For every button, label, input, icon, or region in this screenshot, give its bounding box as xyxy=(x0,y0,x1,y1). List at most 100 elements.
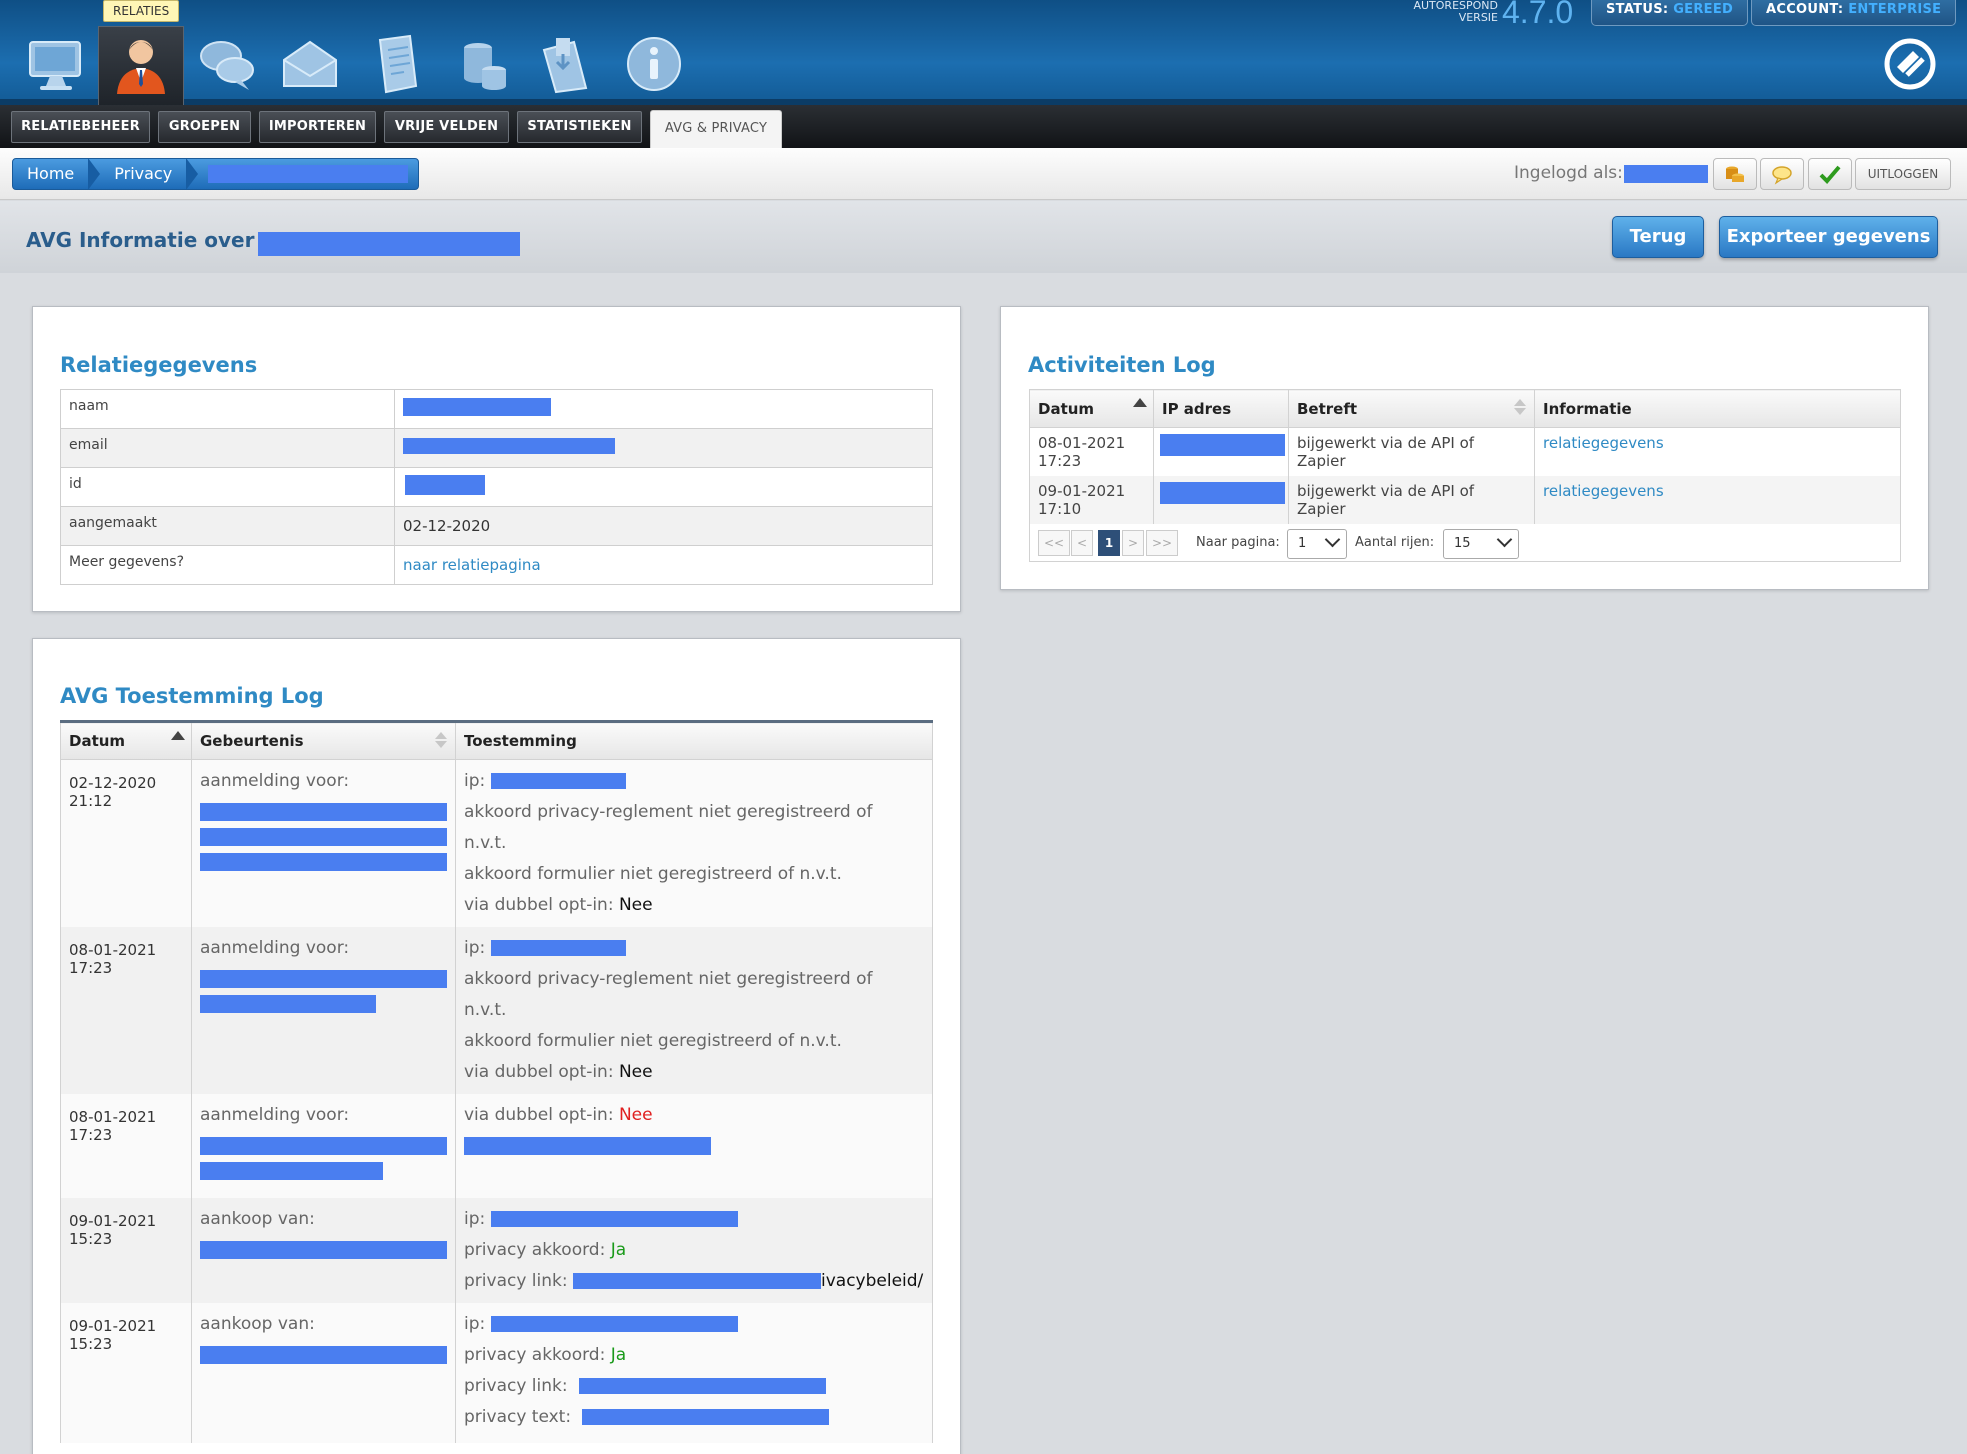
relatiegegevens-link[interactable]: relatiegegevens xyxy=(1543,434,1664,452)
relatiegegevens-link[interactable]: relatiegegevens xyxy=(1543,482,1664,500)
field-value-naam xyxy=(394,389,933,429)
consent-event: aanmelding voor: xyxy=(191,759,456,927)
pager-last-button[interactable]: >> xyxy=(1146,530,1178,556)
chevron-down-icon xyxy=(1496,531,1513,548)
envelope-icon[interactable] xyxy=(274,28,346,100)
table-row: naam xyxy=(60,389,933,429)
consent-table: Datum Gebeurtenis Toestemming 02-12-2020… xyxy=(60,720,933,1443)
consent-detail: ip: akkoord privacy-reglement niet gereg… xyxy=(455,759,933,927)
activity-title: Activiteiten Log xyxy=(1028,353,1216,377)
relatiepagina-link[interactable]: naar relatiepagina xyxy=(403,556,541,574)
breadcrumb: Home Privacy xyxy=(12,158,419,190)
consent-event: aankoop van: xyxy=(191,1198,456,1303)
activity-ip-redacted xyxy=(1153,427,1289,476)
checkmark-icon xyxy=(1819,165,1841,184)
coins-stack-icon[interactable] xyxy=(446,28,518,100)
breadcrumb-home[interactable]: Home xyxy=(13,159,88,189)
breadcrumb-privacy[interactable]: Privacy xyxy=(100,159,186,189)
pager-next-button[interactable]: > xyxy=(1122,530,1144,556)
consent-title: AVG Toestemming Log xyxy=(60,684,324,708)
activity-betreft: bijgewerkt via de API of Zapier xyxy=(1288,427,1535,476)
rows-per-page-label: Aantal rijen: xyxy=(1355,535,1435,550)
consent-detail: ip: privacy akkoord: Ja privacy link: pr… xyxy=(455,1303,933,1443)
activity-info: relatiegegevens xyxy=(1534,476,1901,524)
relaties-tooltip: RELATIES xyxy=(103,0,180,22)
consent-detail: via dubbel opt-in: Nee xyxy=(455,1094,933,1198)
version-number: 4.7.0 xyxy=(1502,0,1574,30)
column-header-gebeurtenis[interactable]: Gebeurtenis xyxy=(191,721,456,760)
activity-info: relatiegegevens xyxy=(1534,427,1901,476)
column-header-toestemming[interactable]: Toestemming xyxy=(455,721,933,760)
table-row: aangemaakt 02-12-2020 xyxy=(60,506,933,546)
tab-statistieken[interactable]: STATISTIEKEN xyxy=(517,111,642,143)
table-row: 09-01-2021 17:10 bijgewerkt via de API of… xyxy=(1029,476,1901,524)
speech-bubble-icon xyxy=(1772,166,1792,185)
tab-avg-privacy[interactable]: AVG & PRIVACY xyxy=(650,110,782,148)
chat-bubbles-icon[interactable] xyxy=(191,28,263,100)
back-button[interactable]: Terug xyxy=(1612,216,1704,258)
version-label: AUTORESPOND VERSIE xyxy=(1413,0,1498,24)
table-row: 02-12-2020 21:12 aanmelding voor: ip: akk… xyxy=(60,759,933,927)
column-header-betreft[interactable]: Betreft xyxy=(1288,389,1535,428)
page-title: AVG Informatie over a xyxy=(26,228,275,252)
account-badge: ACCOUNT: ENTERPRISE xyxy=(1751,0,1957,26)
field-label: aangemaakt xyxy=(60,506,395,546)
breadcrumb-current-redacted xyxy=(208,165,409,183)
autorespond-logo-icon[interactable] xyxy=(1883,37,1937,91)
pager-current-page[interactable]: 1 xyxy=(1098,530,1120,556)
info-icon[interactable] xyxy=(618,28,690,100)
coins-icon xyxy=(1726,166,1744,182)
goto-page-label: Naar pagina: xyxy=(1196,535,1280,550)
field-value-email xyxy=(394,428,933,468)
consent-event: aanmelding voor: xyxy=(191,1094,456,1198)
table-header-row: Datum IP adres Betreft Informatie xyxy=(1029,389,1901,428)
activity-betreft: bijgewerkt via de API of Zapier xyxy=(1288,476,1535,524)
activity-ip-redacted xyxy=(1153,476,1289,524)
document-icon[interactable] xyxy=(360,28,432,100)
pager-first-button[interactable]: << xyxy=(1038,530,1070,556)
user-icon[interactable] xyxy=(105,28,177,100)
consent-date: 09-01-2021 15:23 xyxy=(60,1198,192,1303)
consent-detail: ip: akkoord privacy-reglement niet gereg… xyxy=(455,927,933,1094)
column-header-datum[interactable]: Datum xyxy=(1029,389,1154,428)
status-check-button[interactable] xyxy=(1808,158,1852,190)
tab-importeren[interactable]: IMPORTEREN xyxy=(259,111,376,143)
monitor-icon[interactable] xyxy=(20,28,92,100)
table-row: Meer gegevens? naar relatiepagina xyxy=(60,545,933,585)
relatie-table: naam email id aangemaakt 02-12-2020 Meer… xyxy=(60,389,933,585)
column-header-informatie[interactable]: Informatie xyxy=(1534,389,1901,428)
consent-date: 08-01-2021 17:23 xyxy=(60,927,192,1094)
logged-in-label: Ingelogd als: xyxy=(1514,163,1623,183)
column-header-ip[interactable]: IP adres xyxy=(1153,389,1289,428)
page-title-redacted xyxy=(258,232,520,256)
sort-asc-icon xyxy=(171,731,185,740)
field-value-id xyxy=(394,467,933,507)
goto-page-select[interactable]: 1 xyxy=(1287,529,1347,559)
breadcrumb-separator xyxy=(186,159,199,189)
sort-icon xyxy=(1514,399,1526,415)
rows-per-page-select[interactable]: 15 xyxy=(1443,529,1519,559)
tab-relatiebeheer[interactable]: RELATIEBEHEER xyxy=(11,111,150,143)
tab-groepen[interactable]: GROEPEN xyxy=(158,111,251,143)
consent-date: 08-01-2021 17:23 xyxy=(60,1094,192,1198)
activity-table: Datum IP adres Betreft Informatie 08-01-… xyxy=(1029,389,1901,524)
activity-date: 09-01-2021 17:10 xyxy=(1029,476,1154,524)
save-disk-icon[interactable] xyxy=(530,28,602,100)
coins-button[interactable] xyxy=(1713,158,1757,190)
table-row: 09-01-2021 15:23 aankoop van: ip: privacy… xyxy=(60,1198,933,1303)
logout-button[interactable]: UITLOGGEN xyxy=(1855,158,1951,190)
sort-icon xyxy=(435,732,447,748)
pager-prev-button[interactable]: < xyxy=(1071,530,1093,556)
messages-button[interactable] xyxy=(1760,158,1804,190)
activity-date: 08-01-2021 17:23 xyxy=(1029,427,1154,476)
consent-event: aanmelding voor: xyxy=(191,927,456,1094)
table-row: 09-01-2021 15:23 aankoop van: ip: privacy… xyxy=(60,1303,933,1443)
export-button[interactable]: Exporteer gegevens xyxy=(1719,216,1938,258)
column-header-datum[interactable]: Datum xyxy=(60,721,192,760)
field-value-meer: naar relatiepagina xyxy=(394,545,933,585)
tab-vrije-velden[interactable]: VRIJE VELDEN xyxy=(384,111,509,143)
logged-in-user-redacted xyxy=(1624,165,1708,183)
table-row: id xyxy=(60,467,933,507)
status-badge: STATUS: GEREED xyxy=(1591,0,1749,26)
table-header-row: Datum Gebeurtenis Toestemming xyxy=(60,721,933,760)
